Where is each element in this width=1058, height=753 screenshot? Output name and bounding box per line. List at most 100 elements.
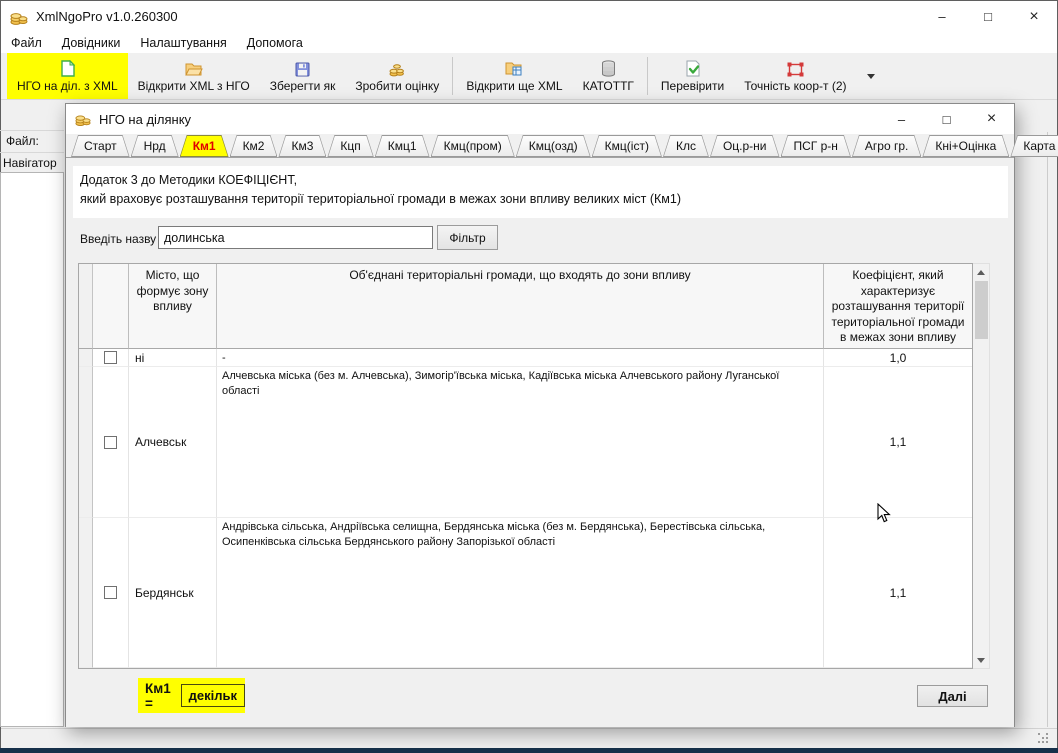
precision-coordinates-icon xyxy=(787,59,804,77)
toolbar-separator xyxy=(452,57,453,95)
toolbar-ngo-from-xml-button[interactable]: НГО на діл. з XML xyxy=(7,53,128,99)
methodology-header: Додаток 3 до Методики КОЕФІЦІЄНТ, який в… xyxy=(73,166,1008,218)
scrollbar-up-icon[interactable] xyxy=(974,264,989,280)
toolbar: НГО на діл. з XML Відкрити XML з НГО Збе… xyxy=(1,53,1057,100)
row-coefficient: 1,0 xyxy=(824,349,972,367)
coins-icon xyxy=(389,59,405,77)
header-line1: Додаток 3 до Методики КОЕФІЦІЄНТ, xyxy=(80,173,297,187)
divider xyxy=(0,130,64,131)
row-city: ні xyxy=(129,349,217,367)
divider xyxy=(0,152,64,153)
check-document-icon xyxy=(685,59,701,77)
resize-grip[interactable] xyxy=(1038,733,1050,745)
row-communities: Алчевська міська (без м. Алчевська), Зим… xyxy=(217,367,824,518)
toolbar-separator xyxy=(647,57,648,95)
filter-button[interactable]: Фільтр xyxy=(437,225,498,250)
panel-edge xyxy=(1047,132,1048,727)
menu-help[interactable]: Допомога xyxy=(237,32,313,53)
toolbar-button-label: Зробити оцінку xyxy=(355,79,439,93)
tab-km2[interactable]: Км2 xyxy=(230,135,278,157)
tab-kmc-prom[interactable]: Кмц(пром) xyxy=(431,135,515,157)
communities-table: Місто, що формує зону впливу Об'єднані т… xyxy=(78,263,990,669)
maximize-button[interactable]: □ xyxy=(965,1,1011,32)
menubar: Файл Довідники Налаштування Допомога xyxy=(1,32,1057,53)
dialog-maximize-button[interactable]: □ xyxy=(924,104,969,134)
tab-psg-r-n[interactable]: ПСГ р-н xyxy=(781,135,851,157)
tab-km1[interactable]: Км1 xyxy=(180,135,229,157)
header-communities: Об'єднані територіальні громади, що вход… xyxy=(217,264,824,349)
table-row[interactable]: ні - 1,0 xyxy=(79,349,972,367)
filter-input[interactable] xyxy=(158,226,433,249)
toolbar-button-label: Відкрити XML з НГО xyxy=(138,79,250,93)
toolbar-overflow-button[interactable] xyxy=(857,53,885,99)
open-folder-icon xyxy=(185,59,203,77)
dialog-close-button[interactable]: × xyxy=(969,104,1014,134)
toolbar-verify-button[interactable]: Перевірити xyxy=(651,53,734,99)
toolbar-precision-button[interactable]: Точність коор-т (2) xyxy=(734,53,856,99)
row-checkbox[interactable] xyxy=(104,436,117,449)
toolbar-katottg-button[interactable]: КАТОТТГ xyxy=(573,53,644,99)
file-label: Файл: xyxy=(6,134,39,148)
next-button[interactable]: Далі xyxy=(917,685,988,707)
menu-directories[interactable]: Довідники xyxy=(52,32,131,53)
row-city: Бердянськ xyxy=(129,518,217,668)
close-button[interactable]: × xyxy=(1011,1,1057,32)
tab-km3[interactable]: Км3 xyxy=(278,135,326,157)
tab-oc-r-ny[interactable]: Оц.р-ни xyxy=(710,135,780,157)
tab-nrd[interactable]: Нрд xyxy=(131,135,179,157)
taskbar-strip xyxy=(0,748,1058,753)
tab-kls[interactable]: Клс xyxy=(663,135,709,157)
tab-kni-ocinka[interactable]: Кні+Оцінка xyxy=(922,135,1009,157)
table-row[interactable]: Алчевськ Алчевська міська (без м. Алчевс… xyxy=(79,367,972,518)
ngo-dialog: НГО на ділянку – □ × Старт Нрд Км1 Км2 К… xyxy=(65,103,1015,727)
km1-result-label: Км1 = xyxy=(145,681,176,711)
toolbar-button-label: Зберегти як xyxy=(270,79,336,93)
tabstrip: Старт Нрд Км1 Км2 Км3 Кцп Кмц1 Кмц(пром)… xyxy=(66,134,1014,158)
save-floppy-icon xyxy=(295,59,310,77)
row-checkbox[interactable] xyxy=(104,586,117,599)
row-coefficient: 1,1 xyxy=(824,518,972,668)
coins-app-icon xyxy=(10,8,28,26)
menu-settings[interactable]: Налаштування xyxy=(130,32,236,53)
header-coefficient: Коефіцієнт, який характеризує розташуван… xyxy=(824,264,972,349)
scrollbar-thumb[interactable] xyxy=(975,281,988,339)
main-window-title: XmlNgoPro v1.0.260300 xyxy=(36,9,178,24)
toolbar-open-extra-xml-button[interactable]: Відкрити ще XML xyxy=(456,53,572,99)
toolbar-open-xml-button[interactable]: Відкрити XML з НГО xyxy=(128,53,260,99)
table-scrollbar[interactable] xyxy=(973,263,990,669)
tab-karta[interactable]: Карта xyxy=(1010,135,1058,157)
row-city: Алчевськ xyxy=(129,367,217,518)
new-ngo-xml-icon xyxy=(60,59,75,77)
tab-agro-gr[interactable]: Агро гр. xyxy=(852,135,921,157)
header-selector-cell xyxy=(79,264,93,349)
navigator-panel[interactable] xyxy=(0,172,64,727)
filter-label: Введіть назву xyxy=(80,232,156,246)
dialog-titlebar: НГО на ділянку – □ × xyxy=(66,104,1014,134)
navigator-label: Навігатор xyxy=(3,156,57,170)
row-coefficient: 1,1 xyxy=(824,367,972,518)
menu-file[interactable]: Файл xyxy=(1,32,52,53)
toolbar-make-assessment-button[interactable]: Зробити оцінку xyxy=(345,53,449,99)
dialog-minimize-button[interactable]: – xyxy=(879,104,924,134)
row-selector[interactable] xyxy=(79,349,93,367)
scrollbar-down-icon[interactable] xyxy=(974,652,989,668)
toolbar-save-as-button[interactable]: Зберегти як xyxy=(260,53,346,99)
tab-kmc-ist[interactable]: Кмц(іст) xyxy=(592,135,662,157)
open-extra-xml-icon xyxy=(505,59,523,77)
row-checkbox[interactable] xyxy=(104,351,117,364)
tab-kcp[interactable]: Кцп xyxy=(327,135,373,157)
dialog-title: НГО на ділянку xyxy=(99,112,191,127)
table-row[interactable]: Бердянськ Андрівська сільська, Андріївсь… xyxy=(79,518,972,668)
km1-result: Км1 = декільк xyxy=(138,678,245,713)
toolbar-button-label: КАТОТТГ xyxy=(583,79,634,93)
row-communities: Андрівська сільська, Андріївська селищна… xyxy=(217,518,824,668)
row-selector[interactable] xyxy=(79,518,93,668)
row-selector[interactable] xyxy=(79,367,93,518)
minimize-button[interactable]: – xyxy=(919,1,965,32)
tab-kmc-ozd[interactable]: Кмц(озд) xyxy=(516,135,591,157)
table-grid: Місто, що формує зону впливу Об'єднані т… xyxy=(78,263,973,669)
header-city: Місто, що формує зону впливу xyxy=(129,264,217,349)
database-icon xyxy=(601,59,616,77)
tab-kmc1[interactable]: Кмц1 xyxy=(375,135,430,157)
tab-start[interactable]: Старт xyxy=(71,135,130,157)
